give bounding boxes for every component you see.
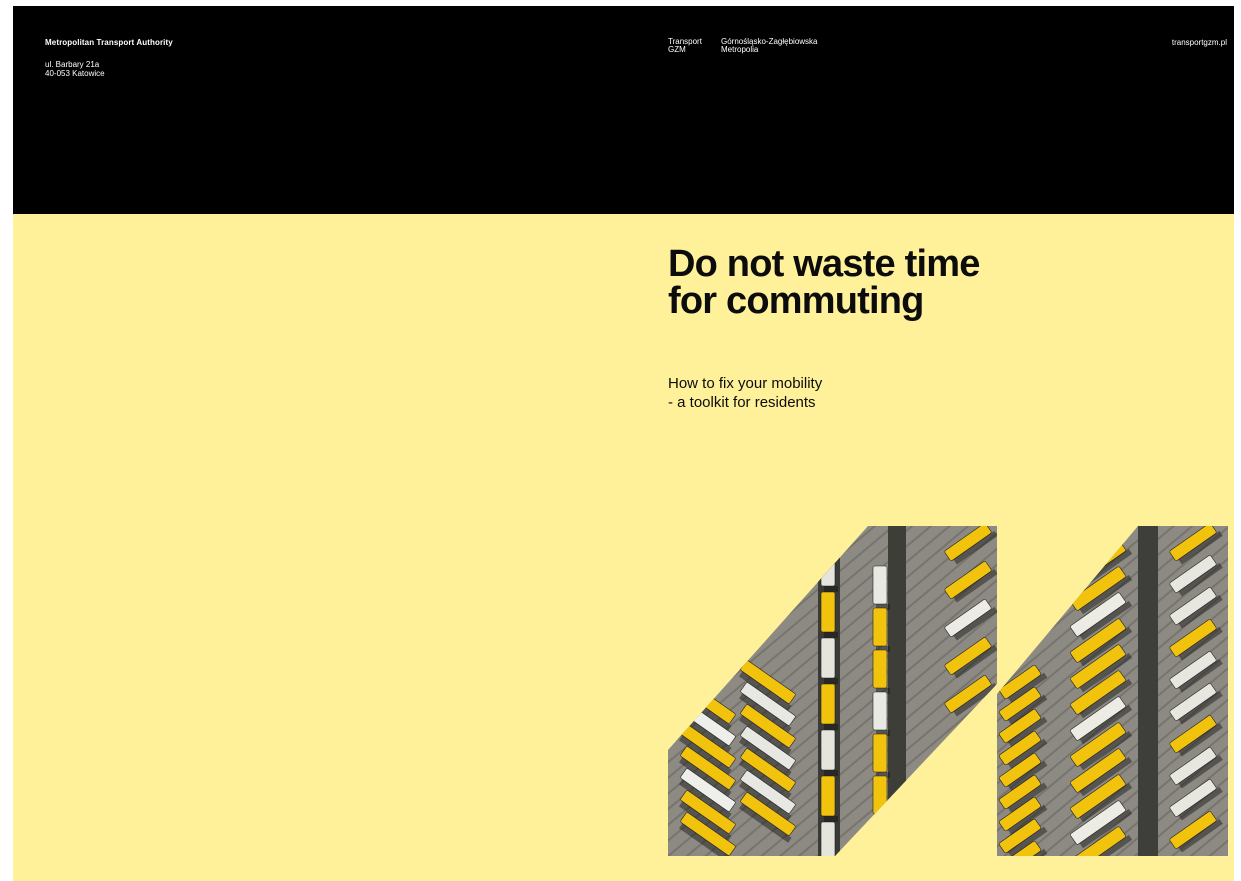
brand-logo-text: Transport GZM	[668, 38, 702, 54]
brand-region-line: Metropolia	[721, 45, 759, 54]
bus	[820, 821, 836, 856]
brand-line: GZM	[668, 45, 686, 54]
org-name: Metropolitan Transport Authority	[45, 38, 173, 47]
bus	[872, 691, 888, 731]
subtitle: How to fix your mobility - a toolkit for…	[668, 374, 822, 412]
header-band: Metropolitan Transport Authority ul. Bar…	[13, 6, 1234, 214]
subtitle-line: How to fix your mobility	[668, 375, 823, 392]
headline-line: for commuting	[668, 280, 924, 322]
bus	[872, 817, 888, 856]
bus	[872, 733, 888, 773]
bus	[872, 775, 888, 815]
bus	[820, 591, 836, 633]
bus-depot-aerial-photo	[668, 526, 1228, 856]
bus	[872, 649, 888, 689]
document-page: Metropolitan Transport Authority ul. Bar…	[13, 6, 1234, 881]
bus	[944, 751, 992, 789]
address: ul. Barbary 21a 40-053 Katowice	[45, 60, 105, 78]
bus	[872, 607, 888, 647]
bus-shadow	[824, 724, 838, 730]
bus-shadow	[953, 796, 997, 831]
bus	[820, 683, 836, 725]
brand-region-text: Górnośląsko-Zagłębiowska Metropolia	[721, 38, 818, 54]
photo-shape-right	[997, 526, 1228, 856]
headline-line: Do not waste time	[668, 243, 980, 285]
subtitle-line: - a toolkit for residents	[668, 394, 816, 411]
bus	[944, 789, 992, 827]
bus	[820, 775, 836, 817]
bus	[872, 565, 888, 605]
bus-shadow	[824, 632, 838, 638]
photo-shape-left	[668, 526, 997, 856]
bus-shadow	[876, 814, 890, 820]
bus-shadow	[824, 816, 838, 822]
cover-panel: Do not waste time for commuting How to f…	[13, 214, 1234, 881]
website-url: transportgzm.pl	[1171, 38, 1227, 47]
bus	[820, 637, 836, 679]
bus-shadow	[953, 720, 997, 755]
bus-shadow	[824, 678, 838, 684]
address-line: 40-053 Katowice	[45, 69, 105, 78]
bus-shadow	[824, 770, 838, 776]
address-line: ul. Barbary 21a	[45, 60, 100, 69]
bus	[820, 545, 836, 587]
bus-shadow	[824, 586, 838, 592]
bus-shadow	[953, 758, 997, 793]
headline: Do not waste time for commuting	[668, 243, 980, 322]
bus	[820, 729, 836, 771]
